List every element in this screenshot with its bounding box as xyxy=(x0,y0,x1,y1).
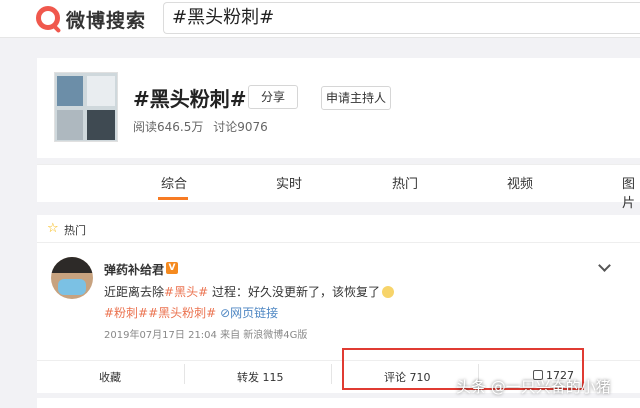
active-tab-indicator xyxy=(158,197,188,200)
star-icon: ☆ xyxy=(47,221,59,236)
repost-button[interactable]: 转发 115 xyxy=(237,369,284,385)
web-link[interactable]: 网页链接 xyxy=(230,306,278,320)
share-button[interactable]: 分享 xyxy=(248,85,298,109)
hashtag-link[interactable]: #黑头# xyxy=(164,285,208,299)
tab-realtime[interactable]: 实时 xyxy=(276,173,302,192)
next-card-edge xyxy=(37,398,640,408)
discussion-count: 讨论9076 xyxy=(213,120,268,134)
emoji-icon xyxy=(381,286,394,298)
post-meta[interactable]: 2019年07月17日 21:04 来自 新浪微博4G版 xyxy=(104,326,307,341)
post-text: 近距离去除#黑头# 过程：好久没更新了，该恢复了 xyxy=(104,283,394,300)
divider xyxy=(184,364,185,384)
tab-comprehensive[interactable]: 综合 xyxy=(161,173,187,192)
vip-badge-icon: V xyxy=(166,262,178,274)
topic-title: #黑头粉刺# xyxy=(133,87,247,111)
weibo-search-logo-icon[interactable] xyxy=(36,6,60,30)
hot-section-label: 热门 xyxy=(64,224,86,237)
user-name[interactable]: 弹药补给君 xyxy=(104,261,164,278)
watermark: 头条 @一只兴奋的小猪 xyxy=(456,378,611,396)
divider xyxy=(331,364,332,384)
logo-text[interactable]: 微博搜索 xyxy=(66,6,146,33)
tab-images[interactable]: 图片 xyxy=(622,173,640,211)
hot-section-header xyxy=(37,215,640,243)
search-input[interactable]: #黑头粉刺# xyxy=(163,2,640,34)
tab-video[interactable]: 视频 xyxy=(507,173,533,192)
post-text-prefix: 近距离去除 xyxy=(104,285,165,299)
post-text-suffix: 过程：好久没更新了，该恢复了 xyxy=(208,285,380,299)
topic-stats: 阅读646.5万 讨论9076 xyxy=(133,118,274,135)
topic-cover-image[interactable] xyxy=(54,72,118,142)
apply-host-button[interactable]: 申请主持人 xyxy=(321,86,391,110)
hashtag-link[interactable]: #黑头粉刺# xyxy=(148,306,216,320)
hashtag-link[interactable]: #粉刺# xyxy=(104,306,148,320)
tab-hot[interactable]: 热门 xyxy=(392,173,418,192)
link-icon: ⊘ xyxy=(220,306,231,320)
collect-button[interactable]: 收藏 xyxy=(99,369,121,385)
tab-bar xyxy=(37,164,640,202)
post-tags: #粉刺##黑头粉刺# ⊘网页链接 xyxy=(104,304,278,321)
read-count: 阅读646.5万 xyxy=(133,120,204,134)
avatar[interactable] xyxy=(51,257,93,299)
